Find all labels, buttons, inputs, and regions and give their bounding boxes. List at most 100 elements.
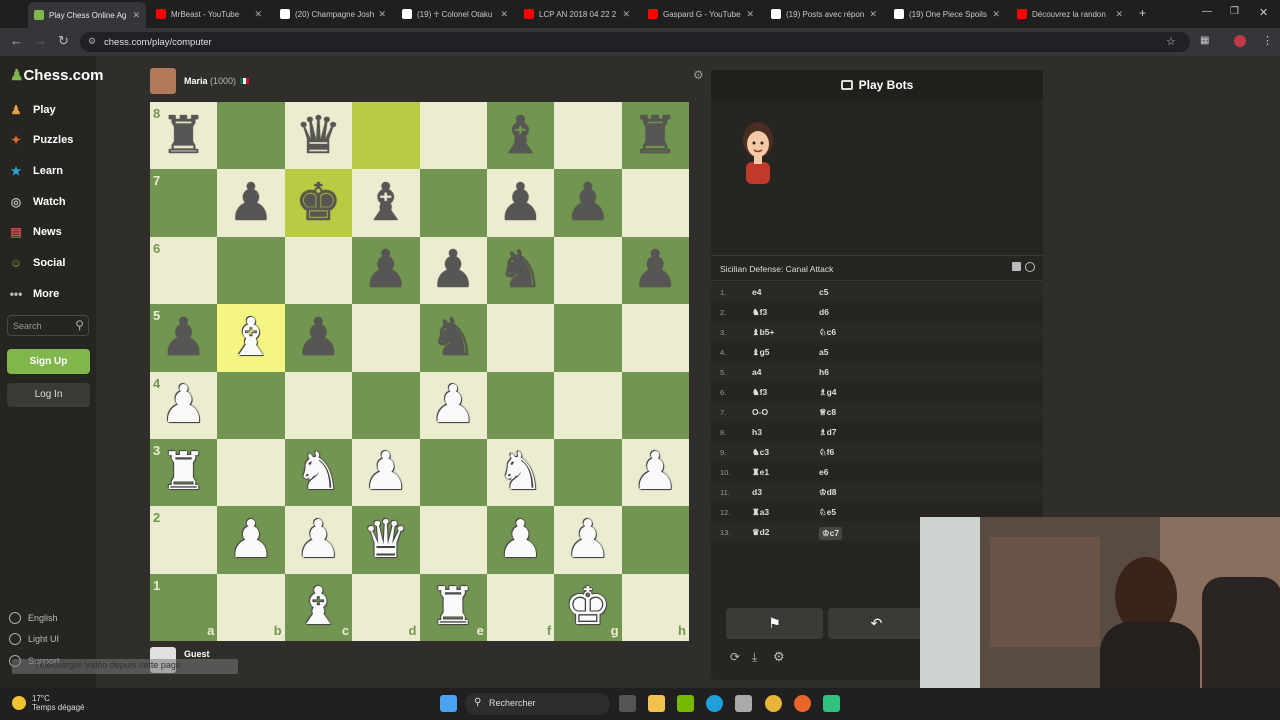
store-icon[interactable] — [735, 695, 752, 712]
square-f5[interactable] — [486, 304, 555, 372]
square-d6[interactable]: ♟ — [352, 236, 420, 305]
white-piece-e4[interactable]: ♟ — [420, 372, 487, 439]
square-e3[interactable] — [419, 438, 487, 507]
white-move[interactable]: e4 — [752, 287, 761, 297]
square-a7[interactable]: 7 — [150, 169, 218, 237]
white-piece-b5[interactable]: ♝ — [217, 304, 284, 371]
square-d7[interactable]: ♝ — [352, 169, 420, 237]
square-b2[interactable]: ♟ — [217, 506, 285, 574]
black-piece-g7[interactable]: ♟ — [554, 169, 621, 236]
square-h8[interactable]: ♜ — [621, 102, 689, 170]
black-piece-a8[interactable]: ♜ — [150, 102, 217, 169]
browser-tab[interactable]: Découvrez la randon ✕ — [1011, 4, 1129, 24]
browser-tab[interactable]: Gaspard G - YouTube ✕ — [642, 4, 760, 24]
square-e5[interactable]: ♞ — [419, 304, 487, 372]
search-icon[interactable]: ⚲ — [75, 318, 84, 332]
white-piece-c2[interactable]: ♟ — [285, 506, 352, 573]
black-move[interactable]: e6 — [819, 467, 828, 477]
square-d2[interactable]: ♛ — [352, 506, 420, 574]
tab-close-icon[interactable]: ✕ — [992, 9, 1000, 20]
tab-close-icon[interactable]: ✕ — [869, 9, 877, 20]
black-move[interactable]: ♘c6 — [819, 327, 836, 338]
square-b4[interactable] — [217, 371, 285, 439]
browser-tab[interactable]: (19) Posts avec répon ✕ — [765, 4, 883, 24]
white-move[interactable]: O-O — [752, 407, 768, 417]
white-move[interactable]: ♝b5+ — [752, 327, 775, 338]
square-f3[interactable]: ♞ — [486, 438, 555, 507]
black-piece-f7[interactable]: ♟ — [487, 169, 554, 236]
square-e6[interactable]: ♟ — [419, 236, 487, 305]
back-arrow-icon[interactable]: ← — [10, 33, 23, 48]
sidebar-item-play[interactable]: ♟ Play — [8, 100, 56, 120]
square-c2[interactable]: ♟ — [284, 506, 353, 574]
white-piece-a4[interactable]: ♟ — [150, 372, 217, 439]
black-move[interactable]: ♘e5 — [819, 507, 836, 518]
sign-up-button[interactable]: Sign Up — [7, 349, 90, 374]
square-b1[interactable]: b — [217, 573, 285, 641]
minimize-button[interactable]: — — [1202, 6, 1212, 17]
edge-icon[interactable] — [706, 695, 723, 712]
square-c5[interactable]: ♟ — [284, 304, 353, 372]
square-g1[interactable]: g ♚ — [554, 573, 622, 641]
square-a1[interactable]: 1a — [150, 573, 218, 641]
black-move[interactable]: h6 — [819, 367, 829, 377]
square-g7[interactable]: ♟ — [554, 169, 622, 237]
square-h7[interactable] — [621, 169, 689, 237]
sidebar-item-watch[interactable]: ◎ Watch — [8, 192, 66, 212]
theme-toggle[interactable]: Light UI — [9, 633, 59, 645]
black-piece-h6[interactable]: ♟ — [622, 237, 689, 304]
square-g5[interactable] — [554, 304, 622, 372]
black-piece-b7[interactable]: ♟ — [217, 169, 284, 236]
opponent-avatar[interactable] — [150, 68, 176, 94]
white-piece-c3[interactable]: ♞ — [285, 439, 352, 506]
chess-logo[interactable]: ♟Chess.com — [10, 66, 104, 84]
black-piece-h8[interactable]: ♜ — [622, 102, 689, 169]
square-c3[interactable]: ♞ — [284, 438, 353, 507]
task-view-icon[interactable] — [619, 695, 636, 712]
square-f4[interactable] — [486, 371, 555, 439]
white-move[interactable]: a4 — [752, 367, 761, 377]
black-move[interactable]: ♔d8 — [819, 487, 837, 498]
square-d3[interactable]: ♟ — [352, 438, 420, 507]
white-move[interactable]: ♝g5 — [752, 347, 770, 358]
square-b3[interactable] — [217, 438, 285, 507]
file-explorer-icon[interactable] — [648, 695, 665, 712]
close-window-button[interactable]: ✕ — [1259, 6, 1268, 19]
white-piece-g2[interactable]: ♟ — [554, 506, 621, 573]
square-g8[interactable] — [554, 102, 622, 170]
white-piece-h3[interactable]: ♟ — [622, 439, 689, 506]
white-move[interactable]: ♞f3 — [752, 307, 767, 318]
forward-arrow-icon[interactable]: → — [34, 33, 47, 48]
black-piece-e5[interactable]: ♞ — [420, 304, 487, 371]
square-b5[interactable]: ♝ — [217, 304, 285, 372]
square-e4[interactable]: ♟ — [419, 371, 487, 439]
sidebar-item-news[interactable]: ▤ News — [8, 222, 61, 242]
opponent-name[interactable]: Maria — [184, 76, 208, 86]
white-move[interactable]: h3 — [752, 427, 762, 437]
sidebar-search-input[interactable]: Search ⚲ — [7, 315, 89, 336]
sidebar-item-puzzles[interactable]: ✦ Puzzles — [8, 130, 73, 150]
black-piece-c5[interactable]: ♟ — [285, 304, 352, 371]
square-g4[interactable] — [554, 371, 622, 439]
square-f2[interactable]: ♟ — [486, 506, 555, 574]
sidebar-item-learn[interactable]: ★ Learn — [8, 161, 63, 181]
language-link[interactable]: English — [9, 612, 58, 624]
browser-tab[interactable]: MrBeast - YouTube ✕ — [150, 4, 268, 24]
browser-tab[interactable]: LCP AN 2018 04 22 2 ✕ — [518, 4, 636, 24]
site-info-icon[interactable]: ⚙ — [88, 36, 96, 47]
sidebar-item-social[interactable]: ☺ Social — [8, 253, 66, 273]
black-piece-c7[interactable]: ♚ — [285, 169, 352, 236]
square-h3[interactable]: ♟ — [621, 438, 689, 507]
square-a4[interactable]: 4 ♟ — [150, 371, 218, 439]
white-move[interactable]: ♞c3 — [752, 447, 769, 458]
profile-icon[interactable] — [1234, 35, 1246, 47]
square-f1[interactable]: f — [486, 573, 555, 641]
browser-tab[interactable]: (20) Champagne Josh ✕ — [274, 4, 392, 24]
browser-menu-icon[interactable]: ⋮ — [1262, 34, 1273, 47]
white-piece-e1[interactable]: ♜ — [420, 574, 487, 641]
nvidia-icon[interactable] — [677, 695, 694, 712]
tab-close-icon[interactable]: ✕ — [132, 10, 140, 21]
taskbar-search[interactable]: ⚲ Rechercher — [465, 693, 610, 715]
black-piece-f8[interactable]: ♝ — [487, 102, 554, 169]
chrome-icon[interactable] — [765, 695, 782, 712]
